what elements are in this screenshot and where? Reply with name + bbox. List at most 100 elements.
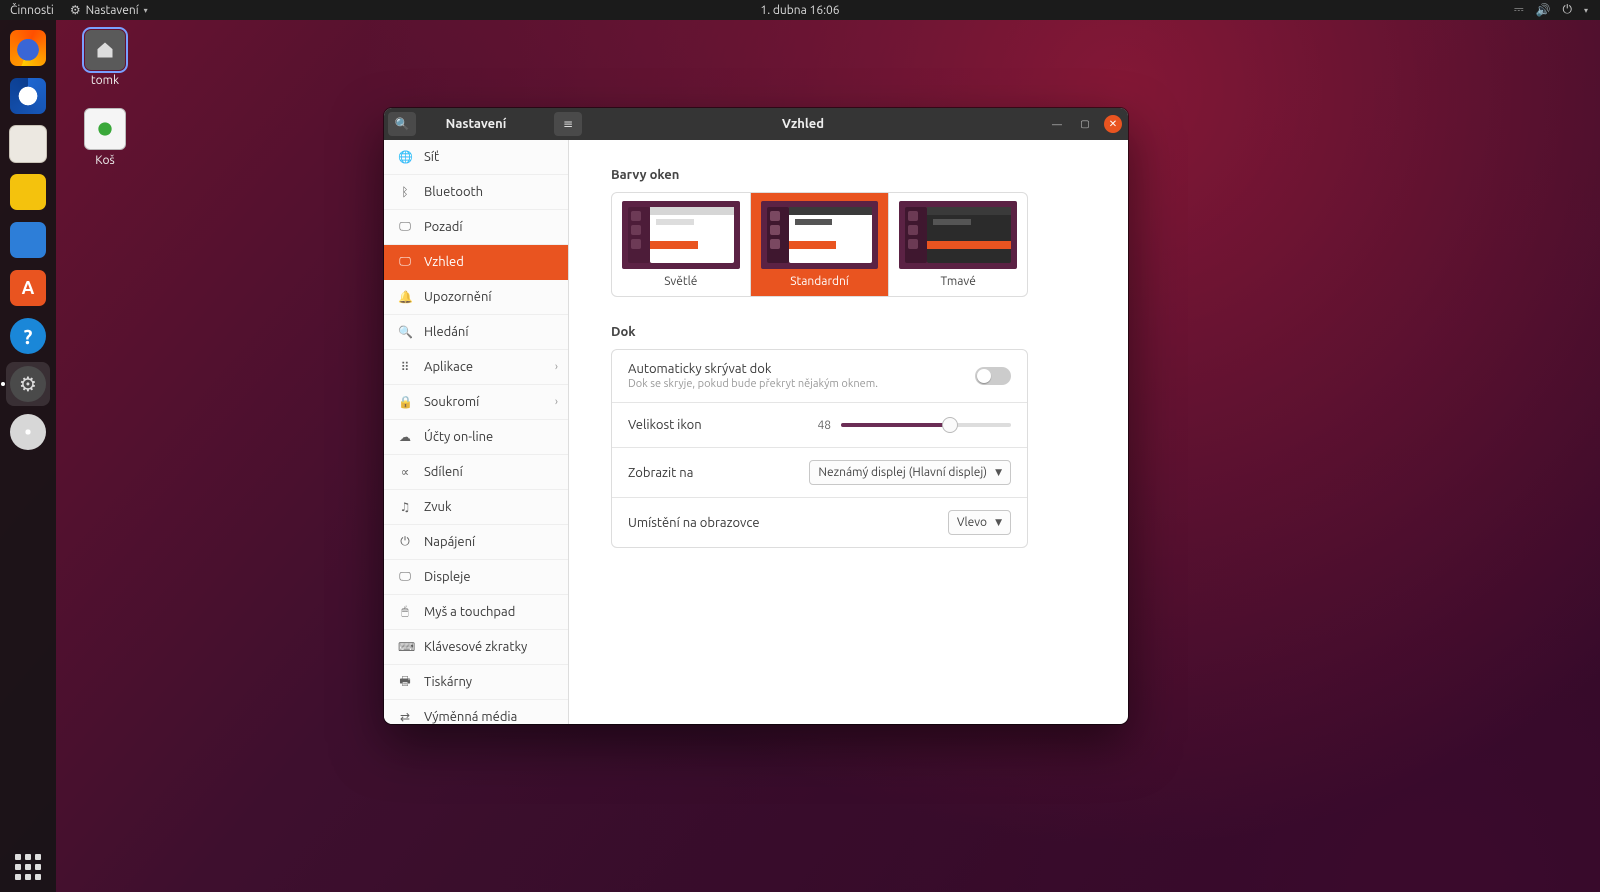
sidebar-item-11[interactable]: ⏻Napájení <box>384 525 568 560</box>
sidebar-item-8[interactable]: ☁ Účty on-line <box>384 420 568 455</box>
sidebar-item-13[interactable]: 🖱 Myš a touchpad <box>384 595 568 630</box>
sidebar-item-2[interactable]: 🖵Pozadí <box>384 210 568 245</box>
headerbar[interactable]: 🔍 Nastavení ≡ Vzhled — ▢ ✕ <box>384 108 1128 140</box>
sidebar-item-12[interactable]: 🖵Displeje <box>384 560 568 595</box>
theme-preview-dark <box>899 201 1017 269</box>
theme-preview-standard <box>761 201 879 269</box>
settings-window: 🔍 Nastavení ≡ Vzhled — ▢ ✕ 🌐Síť ᛒ Bluetoot… <box>384 108 1128 724</box>
sidebar-item-6[interactable]: ⠿Aplikace› <box>384 350 568 385</box>
chevron-down-icon: ▼ <box>995 517 1002 528</box>
system-status-area[interactable]: ⎓ 🔊 ⏻ ▾ <box>1514 3 1600 17</box>
app-menu-label: Nastavení <box>86 4 139 17</box>
sidebar-item-icon: 🔔 <box>398 290 412 304</box>
theme-label: Světlé <box>622 275 740 288</box>
chevron-down-icon: ▾ <box>144 6 148 15</box>
sidebar-item-label: Vzhled <box>424 255 464 269</box>
sidebar-item-icon: 🔒 <box>398 395 412 409</box>
theme-option-light[interactable]: Světlé <box>612 193 750 296</box>
maximize-icon: ▢ <box>1080 118 1089 130</box>
row-label: Velikost ikon <box>628 418 702 432</box>
sidebar-item-label: Bluetooth <box>424 185 483 199</box>
dock-files[interactable] <box>6 122 50 166</box>
slider-fill <box>841 423 950 427</box>
show-applications[interactable] <box>0 854 56 880</box>
sidebar-item-4[interactable]: 🔔 Upozornění <box>384 280 568 315</box>
show-on-dropdown[interactable]: Neznámý displej (Hlavní displej) ▼ <box>809 460 1011 485</box>
dock-help[interactable] <box>6 314 50 358</box>
sidebar-item-0[interactable]: 🌐Síť <box>384 140 568 175</box>
autohide-switch[interactable] <box>975 367 1011 385</box>
minimize-button[interactable]: — <box>1048 115 1066 133</box>
minimize-icon: — <box>1052 119 1062 130</box>
volume-icon: 🔊 <box>1536 3 1551 17</box>
hamburger-button[interactable]: ≡ <box>554 112 582 136</box>
dock-disc[interactable] <box>6 410 50 454</box>
icon-size-value: 48 <box>811 419 831 432</box>
sidebar-item-icon: 🖶 <box>398 672 412 693</box>
theme-option-dark[interactable]: Tmavé <box>888 193 1027 296</box>
desktop-icon-home[interactable]: tomk <box>70 30 140 87</box>
dock-software[interactable] <box>6 266 50 310</box>
sidebar-item-16[interactable]: ⇄Výměnná média <box>384 700 568 724</box>
close-button[interactable]: ✕ <box>1104 115 1122 133</box>
icon-size-slider[interactable] <box>841 423 1011 427</box>
power-icon: ⏻ <box>1562 3 1572 17</box>
dock-writer[interactable] <box>6 218 50 262</box>
dock-settings[interactable] <box>6 362 50 406</box>
sidebar-item-10[interactable]: ♫Zvuk <box>384 490 568 525</box>
sidebar-item-15[interactable]: 🖶Tiskárny <box>384 665 568 700</box>
sidebar-item-label: Myš a touchpad <box>424 605 515 619</box>
maximize-button[interactable]: ▢ <box>1076 115 1094 133</box>
close-icon: ✕ <box>1109 118 1117 130</box>
row-icon-size: Velikost ikon 48 <box>612 402 1027 447</box>
sidebar-item-icon: ⇄ <box>398 710 412 724</box>
sidebar-item-label: Hledání <box>424 325 469 339</box>
dock-settings-list: Automaticky skrývat dok Dok se skryje, p… <box>611 349 1028 548</box>
dock-rhythmbox[interactable] <box>6 170 50 214</box>
sidebar-item-5[interactable]: 🔍Hledání <box>384 315 568 350</box>
chevron-down-icon: ▼ <box>995 467 1002 478</box>
row-label: Zobrazit na <box>628 466 693 480</box>
desktop-icon-trash[interactable]: Koš <box>70 108 140 167</box>
apps-grid-icon <box>15 854 41 880</box>
sidebar-item-icon: 🖵 <box>398 255 412 269</box>
desktop-icon-label: tomk <box>70 74 140 87</box>
search-icon: 🔍 <box>395 117 410 131</box>
writer-icon <box>10 222 46 258</box>
section-title-window-colors: Barvy oken <box>611 168 1086 182</box>
sidebar-item-label: Pozadí <box>424 220 463 234</box>
sidebar-item-label: Aplikace <box>424 360 473 374</box>
sidebar-item-9[interactable]: ∝ Sdílení <box>384 455 568 490</box>
sidebar-item-icon: ᛒ <box>398 186 412 199</box>
sidebar-item-3[interactable]: 🖵 Vzhled <box>384 245 568 280</box>
sidebar-item-label: Sdílení <box>424 465 463 479</box>
chevron-right-icon: › <box>555 361 558 373</box>
sidebar-item-icon: ☁ <box>398 430 412 444</box>
theme-option-standard[interactable]: Standardní <box>750 193 889 296</box>
sidebar-item-14[interactable]: ⌨Klávesové zkratky <box>384 630 568 665</box>
dock-firefox[interactable] <box>6 26 50 70</box>
app-menu[interactable]: ⚙ Nastavení ▾ <box>70 3 148 17</box>
row-subtitle: Dok se skryje, pokud bude překryt nějaký… <box>628 378 878 390</box>
sidebar-item-label: Upozornění <box>424 290 492 304</box>
row-show-on: Zobrazit na Neznámý displej (Hlavní disp… <box>612 447 1027 497</box>
chevron-down-icon: ▾ <box>1584 6 1588 15</box>
clock[interactable]: 1. dubna 16:06 <box>760 4 839 17</box>
sidebar-item-7[interactable]: 🔒Soukromí› <box>384 385 568 420</box>
settings-sidebar: 🌐Síť ᛒ Bluetooth 🖵Pozadí 🖵 Vzhled 🔔 Upozornění 🔍… <box>384 140 569 724</box>
sidebar-item-icon: ∝ <box>398 465 412 479</box>
sidebar-item-icon: 🖱 <box>398 605 412 619</box>
sidebar-item-1[interactable]: ᛒ Bluetooth <box>384 175 568 210</box>
slider-thumb[interactable] <box>942 417 958 433</box>
theme-preview-light <box>622 201 740 269</box>
dock <box>0 20 56 892</box>
position-dropdown[interactable]: Vlevo ▼ <box>948 510 1011 535</box>
search-button[interactable]: 🔍 <box>388 112 416 136</box>
disc-icon <box>10 414 46 450</box>
sidebar-item-label: Účty on-line <box>424 430 493 444</box>
activities-button[interactable]: Činnosti <box>10 4 54 17</box>
row-autohide: Automaticky skrývat dok Dok se skryje, p… <box>612 350 1027 402</box>
menu-icon: ≡ <box>563 117 573 131</box>
row-label: Automaticky skrývat dok <box>628 362 878 376</box>
dock-thunderbird[interactable] <box>6 74 50 118</box>
